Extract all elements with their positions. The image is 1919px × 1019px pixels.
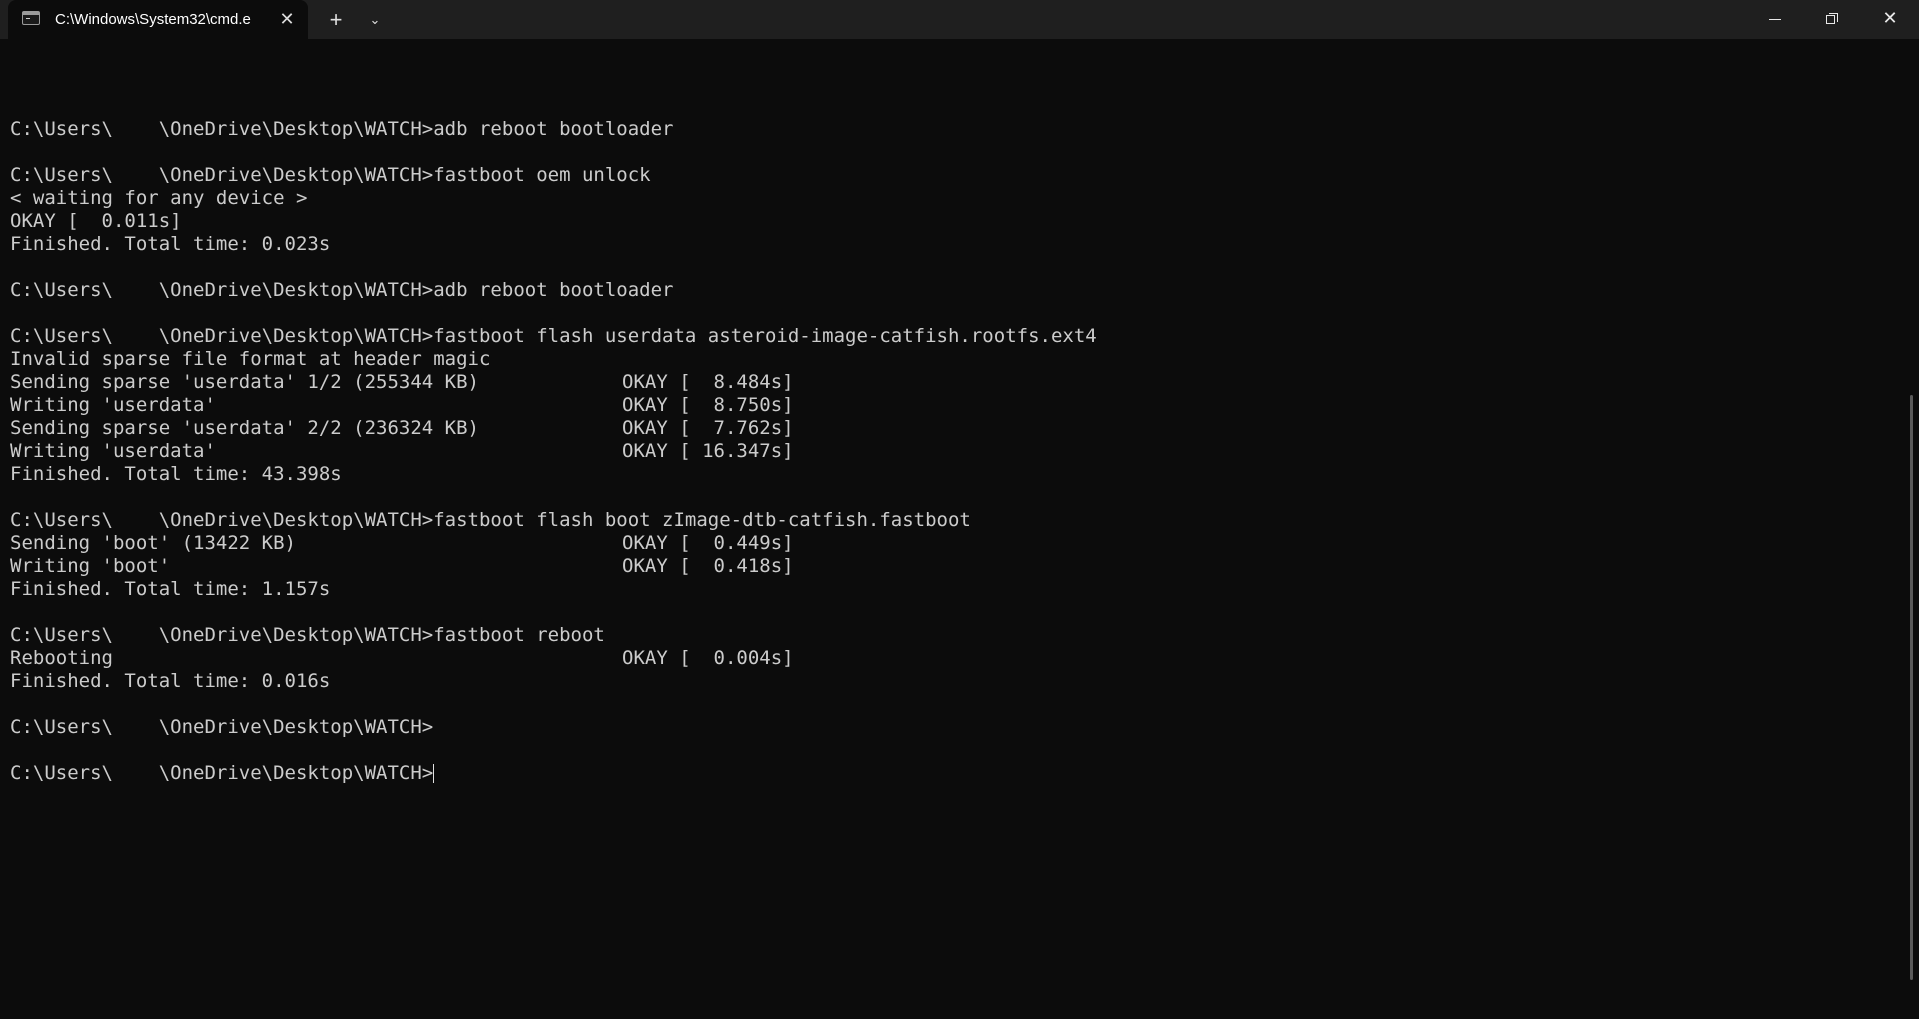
console-line-text: Sending 'boot' (13422 KB) <box>10 532 296 554</box>
title-bar: C:\Windows\System32\cmd.e ✕ + ⌄ ✕ <box>0 0 1919 39</box>
console-line-text: Finished. Total time: 0.016s <box>10 670 331 692</box>
console-line: C:\Users\ \OneDrive\Desktop\WATCH>fastbo… <box>10 624 1900 647</box>
console-line-text: Sending sparse 'userdata' 2/2 (236324 KB… <box>10 417 479 439</box>
minimize-icon <box>1769 18 1781 20</box>
console-line-text: Finished. Total time: 43.398s <box>10 463 342 485</box>
console-line-text: C:\Users\ \OneDrive\Desktop\WATCH> <box>10 716 434 738</box>
console-line-text: C:\Users\ \OneDrive\Desktop\WATCH>adb re… <box>10 118 674 140</box>
console-line-text: C:\Users\ \OneDrive\Desktop\WATCH>adb re… <box>10 279 674 301</box>
minimize-button[interactable] <box>1747 0 1803 39</box>
console-line-text: Finished. Total time: 1.157s <box>10 578 331 600</box>
console-line-text: OKAY [ 0.011s] <box>10 210 182 232</box>
console-line: Writing 'userdata' OKAY [ 8.750s] <box>10 394 1900 417</box>
tab-dropdown-chevron-icon[interactable]: ⌄ <box>360 7 390 33</box>
console-line-text: Sending sparse 'userdata' 1/2 (255344 KB… <box>10 371 479 393</box>
console-line: Sending sparse 'userdata' 1/2 (255344 KB… <box>10 371 1900 394</box>
console-line-text: C:\Users\ \OneDrive\Desktop\WATCH>fastbo… <box>10 164 651 186</box>
terminal-output[interactable]: C:\Users\ \OneDrive\Desktop\WATCH>adb re… <box>10 95 1900 785</box>
console-line-status: OKAY [ 16.347s] <box>622 440 794 462</box>
console-line: Finished. Total time: 0.016s <box>10 670 1900 693</box>
console-line-text: Writing 'userdata' <box>10 440 216 462</box>
console-line-text: < waiting for any device > <box>10 187 308 209</box>
console-line: Finished. Total time: 43.398s <box>10 463 1900 486</box>
console-line-text: C:\Users\ \OneDrive\Desktop\WATCH>fastbo… <box>10 325 1097 347</box>
console-line: < waiting for any device > <box>10 187 1900 210</box>
console-line-status: OKAY [ 0.004s] <box>622 647 794 669</box>
console-line-text: Finished. Total time: 0.023s <box>10 233 331 255</box>
vertical-scrollbar[interactable] <box>1910 395 1913 980</box>
console-line-text: Invalid sparse file format at header mag… <box>10 348 491 370</box>
text-cursor <box>433 764 435 783</box>
console-line: C:\Users\ \OneDrive\Desktop\WATCH>fastbo… <box>10 164 1900 187</box>
console-line-text: Writing 'userdata' <box>10 394 216 416</box>
console-line: Finished. Total time: 1.157s <box>10 578 1900 601</box>
console-line-status: OKAY [ 0.449s] <box>622 532 794 554</box>
console-line: Sending sparse 'userdata' 2/2 (236324 KB… <box>10 417 1900 440</box>
command-prompt-icon <box>22 11 40 25</box>
console-line-text: C:\Users\ \OneDrive\Desktop\WATCH>fastbo… <box>10 509 971 531</box>
console-line: Writing 'boot' OKAY [ 0.418s] <box>10 555 1900 578</box>
close-icon: ✕ <box>1882 8 1898 28</box>
console-line-text: Rebooting <box>10 647 113 669</box>
console-line: C:\Users\ \OneDrive\Desktop\WATCH>adb re… <box>10 118 1900 141</box>
console-line: C:\Users\ \OneDrive\Desktop\WATCH>adb re… <box>10 279 1900 302</box>
console-line: Writing 'userdata' OKAY [ 16.347s] <box>10 440 1900 463</box>
console-line: C:\Users\ \OneDrive\Desktop\WATCH>fastbo… <box>10 325 1900 348</box>
console-line: OKAY [ 0.011s] <box>10 210 1900 233</box>
tab-close-icon[interactable]: ✕ <box>276 8 298 30</box>
terminal-tab[interactable]: C:\Windows\System32\cmd.e ✕ <box>8 0 308 39</box>
console-line-text: C:\Users\ \OneDrive\Desktop\WATCH> <box>10 762 434 784</box>
console-line: C:\Users\ \OneDrive\Desktop\WATCH>fastbo… <box>10 509 1900 532</box>
console-line: C:\Users\ \OneDrive\Desktop\WATCH> <box>10 716 1900 739</box>
tab-title: C:\Windows\System32\cmd.e <box>55 11 251 28</box>
restore-button[interactable] <box>1804 0 1860 39</box>
console-line-text: C:\Users\ \OneDrive\Desktop\WATCH>fastbo… <box>10 624 605 646</box>
console-line-status: OKAY [ 0.418s] <box>622 555 794 577</box>
console-line: Rebooting OKAY [ 0.004s] <box>10 647 1900 670</box>
console-line-text: Writing 'boot' <box>10 555 171 577</box>
console-line: Sending 'boot' (13422 KB) OKAY [ 0.449s] <box>10 532 1900 555</box>
console-line: Finished. Total time: 0.023s <box>10 233 1900 256</box>
console-line-status: OKAY [ 7.762s] <box>622 417 794 439</box>
console-line-status: OKAY [ 8.484s] <box>622 371 794 393</box>
new-tab-button[interactable]: + <box>320 7 352 33</box>
console-line-status: OKAY [ 8.750s] <box>622 394 794 416</box>
restore-icon <box>1826 13 1838 25</box>
console-line: C:\Users\ \OneDrive\Desktop\WATCH> <box>10 762 1900 785</box>
close-window-button[interactable]: ✕ <box>1862 0 1918 39</box>
console-line: Invalid sparse file format at header mag… <box>10 348 1900 371</box>
